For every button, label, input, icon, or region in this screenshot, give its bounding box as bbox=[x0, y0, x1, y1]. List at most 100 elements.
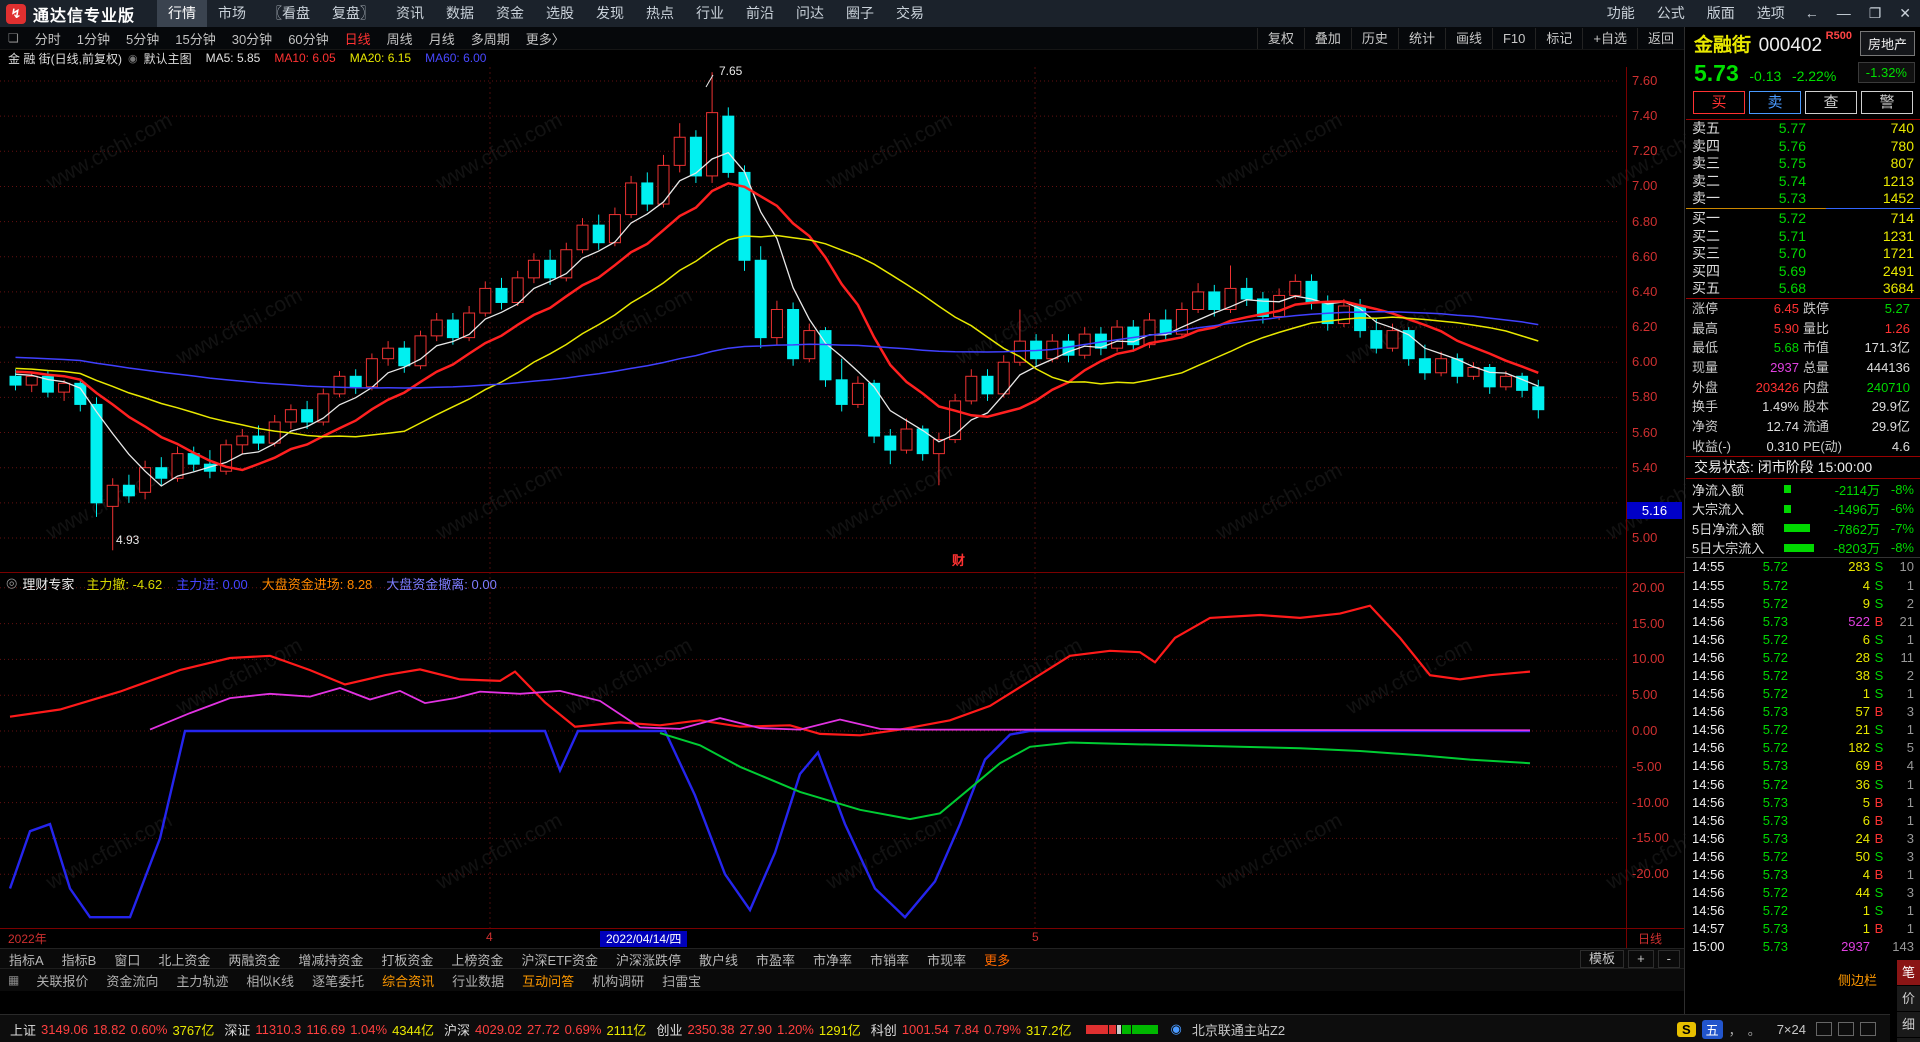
bid-row-买五[interactable]: 买五5.683684 bbox=[1686, 280, 1920, 298]
tab-市净率[interactable]: 市净率 bbox=[804, 950, 861, 969]
tab-增减持资金[interactable]: 增减持资金 bbox=[289, 950, 372, 969]
tab-沪深ETF资金[interactable]: 沪深ETF资金 bbox=[512, 950, 607, 969]
tab-指标B[interactable]: 指标B bbox=[53, 950, 106, 969]
tick-list[interactable]: 14:555.72283S1014:555.724S114:555.729S21… bbox=[1686, 558, 1920, 956]
tab-机构调研[interactable]: 机构调研 bbox=[583, 971, 653, 990]
tab-扫雷宝[interactable]: 扫雷宝 bbox=[653, 971, 710, 990]
tick-row-16[interactable]: 14:565.7250S3 bbox=[1686, 848, 1920, 866]
menu-item-4[interactable]: 资讯 bbox=[385, 0, 435, 27]
tick-row-0[interactable]: 14:555.72283S10 bbox=[1686, 558, 1920, 576]
bid-row-买二[interactable]: 买二5.711231 bbox=[1686, 228, 1920, 246]
menu-item-14[interactable]: 交易 bbox=[885, 0, 935, 27]
action-button-买[interactable]: 买 bbox=[1693, 91, 1745, 114]
index-quote-科创[interactable]: 科创1001.547.840.79%317.2亿 bbox=[871, 1020, 1072, 1039]
tick-row-4[interactable]: 14:565.726S1 bbox=[1686, 631, 1920, 649]
timeframe-15分钟[interactable]: 15分钟 bbox=[167, 29, 223, 48]
timeframe-60分钟[interactable]: 60分钟 bbox=[280, 29, 336, 48]
timeframe-月线[interactable]: 月线 bbox=[421, 29, 463, 48]
multi-window-icon[interactable]: ❏ bbox=[0, 31, 27, 45]
button-模板[interactable]: 模板 bbox=[1580, 950, 1624, 968]
side-tab-价[interactable]: 价 bbox=[1897, 986, 1920, 1012]
timeframe-更多〉[interactable]: 更多〉 bbox=[518, 29, 573, 48]
tool-F10[interactable]: F10 bbox=[1492, 28, 1535, 49]
tick-row-5[interactable]: 14:565.7228S11 bbox=[1686, 649, 1920, 667]
server-name[interactable]: 北京联通主站Z2 bbox=[1192, 1020, 1285, 1039]
ime-item-0[interactable]: 五 bbox=[1702, 1020, 1723, 1039]
tick-row-8[interactable]: 14:565.7357B3 bbox=[1686, 703, 1920, 721]
button--[interactable]: - bbox=[1658, 950, 1680, 968]
tick-row-17[interactable]: 14:565.734B1 bbox=[1686, 866, 1920, 884]
tick-row-13[interactable]: 14:565.735B1 bbox=[1686, 794, 1920, 812]
side-tab-笔[interactable]: 笔 bbox=[1897, 960, 1920, 986]
menu-item-13[interactable]: 圈子 bbox=[835, 0, 885, 27]
ime-logo-icon[interactable]: S bbox=[1677, 1022, 1696, 1037]
tick-row-3[interactable]: 14:565.73522B21 bbox=[1686, 613, 1920, 631]
tab-市盈率[interactable]: 市盈率 bbox=[747, 950, 804, 969]
menu-item-10[interactable]: 行业 bbox=[685, 0, 735, 27]
timeframe-30分钟[interactable]: 30分钟 bbox=[224, 29, 280, 48]
tab-窗口[interactable]: 窗口 bbox=[105, 950, 149, 969]
indicator-selector-icon[interactable]: ◎ bbox=[6, 575, 17, 591]
panel-divider[interactable] bbox=[1684, 27, 1685, 1014]
ime-item-2[interactable]: 。 bbox=[1748, 1020, 1761, 1039]
right-menu-item-0[interactable]: 功能 bbox=[1596, 0, 1646, 27]
minimize-icon[interactable]: — bbox=[1828, 5, 1860, 22]
tick-row-1[interactable]: 14:555.724S1 bbox=[1686, 577, 1920, 595]
index-quote-上证[interactable]: 上证3149.0618.820.60%3767亿 bbox=[10, 1020, 214, 1039]
tick-row-18[interactable]: 14:565.7244S3 bbox=[1686, 884, 1920, 902]
tool-+自选[interactable]: +自选 bbox=[1582, 28, 1637, 49]
menu-item-3[interactable]: 复盘〗 bbox=[321, 0, 385, 27]
button-+[interactable]: + bbox=[1628, 950, 1654, 968]
tick-row-15[interactable]: 14:565.7324B3 bbox=[1686, 830, 1920, 848]
tool-标记[interactable]: 标记 bbox=[1535, 28, 1582, 49]
menu-item-2[interactable]: 〖看盘 bbox=[257, 0, 321, 27]
tab-资金流向[interactable]: 资金流向 bbox=[97, 971, 167, 990]
tab-关联报价[interactable]: 关联报价 bbox=[27, 971, 97, 990]
tool-复权[interactable]: 复权 bbox=[1257, 28, 1304, 49]
tick-row-19[interactable]: 14:565.721S1 bbox=[1686, 902, 1920, 920]
tool-叠加[interactable]: 叠加 bbox=[1304, 28, 1351, 49]
tick-row-21[interactable]: 15:005.732937143 bbox=[1686, 938, 1920, 956]
grid-layout-icon[interactable]: ▦ bbox=[0, 973, 27, 987]
tab-市现率[interactable]: 市现率 bbox=[918, 950, 975, 969]
panel-toggle-icon-1[interactable] bbox=[1816, 1022, 1832, 1036]
timeframe-分时[interactable]: 分时 bbox=[27, 29, 69, 48]
right-menu-item-1[interactable]: 公式 bbox=[1646, 0, 1696, 27]
panel-toggle-icon-3[interactable] bbox=[1860, 1022, 1876, 1036]
period-label[interactable]: 日线 bbox=[1638, 930, 1662, 947]
menu-item-12[interactable]: 问达 bbox=[785, 0, 835, 27]
tab-打板资金[interactable]: 打板资金 bbox=[372, 950, 442, 969]
timeframe-5分钟[interactable]: 5分钟 bbox=[118, 29, 167, 48]
tab-沪深涨跌停[interactable]: 沪深涨跌停 bbox=[607, 950, 690, 969]
tab-上榜资金[interactable]: 上榜资金 bbox=[442, 950, 512, 969]
back-icon[interactable]: ← bbox=[1796, 5, 1828, 22]
index-quote-深证[interactable]: 深证11310.3116.691.04%4344亿 bbox=[224, 1020, 434, 1039]
menu-item-6[interactable]: 资金 bbox=[485, 0, 535, 27]
timeframe-日线[interactable]: 日线 bbox=[337, 29, 379, 48]
index-quote-创业[interactable]: 创业2350.3827.901.20%1291亿 bbox=[656, 1020, 860, 1039]
tool-画线[interactable]: 画线 bbox=[1445, 28, 1492, 49]
tab-综合资讯[interactable]: 综合资讯 bbox=[373, 971, 443, 990]
bid-row-买三[interactable]: 买三5.701721 bbox=[1686, 245, 1920, 263]
menu-item-8[interactable]: 发现 bbox=[585, 0, 635, 27]
menu-item-0[interactable]: 行情 bbox=[157, 0, 207, 27]
tool-返回[interactable]: 返回 bbox=[1637, 28, 1684, 49]
action-button-查[interactable]: 查 bbox=[1805, 91, 1857, 114]
bid-row-买一[interactable]: 买一5.72714 bbox=[1686, 210, 1920, 228]
ime-item-1[interactable]: ， bbox=[1729, 1020, 1742, 1039]
menu-item-11[interactable]: 前沿 bbox=[735, 0, 785, 27]
action-button-警[interactable]: 警 bbox=[1861, 91, 1913, 114]
tab-行业数据[interactable]: 行业数据 bbox=[443, 971, 513, 990]
ask-row-卖一[interactable]: 卖一5.731452 bbox=[1686, 190, 1920, 208]
tab-两融资金[interactable]: 两融资金 bbox=[219, 950, 289, 969]
main-chart-selector-icon[interactable]: ◉ bbox=[128, 52, 138, 65]
tick-row-6[interactable]: 14:565.7238S2 bbox=[1686, 667, 1920, 685]
action-button-卖[interactable]: 卖 bbox=[1749, 91, 1801, 114]
timeframe-1分钟[interactable]: 1分钟 bbox=[69, 29, 118, 48]
restore-icon[interactable]: ❐ bbox=[1860, 5, 1891, 22]
tick-row-2[interactable]: 14:555.729S2 bbox=[1686, 595, 1920, 613]
earnings-event-marker[interactable]: 财 bbox=[952, 550, 965, 569]
tick-row-14[interactable]: 14:565.736B1 bbox=[1686, 812, 1920, 830]
main-chart-layout-label[interactable]: 默认主图 bbox=[144, 50, 192, 67]
tick-row-11[interactable]: 14:565.7369B4 bbox=[1686, 757, 1920, 775]
